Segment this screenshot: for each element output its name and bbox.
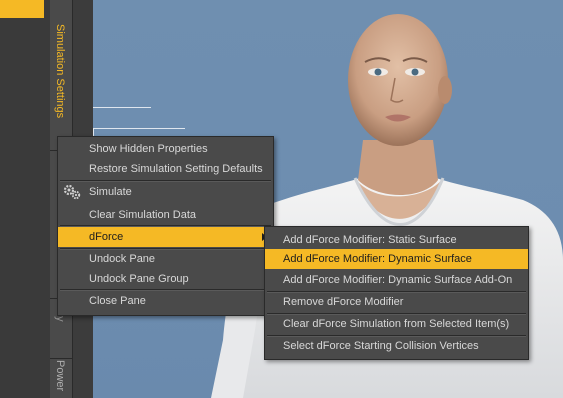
menu-item-label: Add dForce Modifier: Dynamic Surface — [283, 253, 472, 265]
menu-item-clear-simulation-data[interactable]: Clear Simulation Data — [58, 205, 273, 225]
gears-icon — [63, 184, 81, 200]
tab-power[interactable]: Power — [50, 360, 72, 398]
menu-item-label: Simulate — [89, 186, 132, 198]
dforce-submenu: Add dForce Modifier: Static Surface Add … — [264, 226, 529, 360]
submenu-item-static-surface[interactable]: Add dForce Modifier: Static Surface — [265, 230, 528, 250]
tab-simulation-settings[interactable]: Simulation Settings — [50, 24, 72, 144]
tab-power-label: Power — [54, 360, 66, 392]
menu-item-label: Show Hidden Properties — [89, 143, 208, 155]
menu-item-close-pane[interactable]: Close Pane — [58, 291, 273, 311]
submenu-item-dynamic-surface-add-on[interactable]: Add dForce Modifier: Dynamic Surface Add… — [265, 270, 528, 290]
pane-context-menu: Show Hidden Properties Restore Simulatio… — [57, 136, 274, 316]
menu-item-undock-pane-group[interactable]: Undock Pane Group — [58, 269, 273, 289]
menu-item-label: dForce — [89, 231, 124, 243]
menu-item-label: Clear dForce Simulation from Selected It… — [283, 318, 510, 330]
submenu-item-clear-simulation[interactable]: Clear dForce Simulation from Selected It… — [265, 314, 528, 334]
menu-item-label: Add dForce Modifier: Static Surface — [283, 234, 457, 246]
menu-item-label: Undock Pane — [89, 253, 156, 265]
menu-item-restore-defaults[interactable]: Restore Simulation Setting Defaults — [58, 159, 273, 179]
active-pane-indicator[interactable] — [0, 0, 44, 18]
submenu-item-remove-modifier[interactable]: Remove dForce Modifier — [265, 292, 528, 312]
menu-item-label: Restore Simulation Setting Defaults — [89, 163, 263, 175]
menu-item-label: Select dForce Starting Collision Vertice… — [283, 340, 479, 352]
submenu-item-select-collision-vertices[interactable]: Select dForce Starting Collision Vertice… — [265, 336, 528, 356]
menu-item-label: Close Pane — [89, 295, 146, 307]
left-dock-strip — [0, 0, 50, 398]
menu-item-simulate[interactable]: Simulate — [58, 182, 273, 202]
tab-simulation-settings-label: Simulation Settings — [54, 24, 66, 119]
menu-item-show-hidden-properties[interactable]: Show Hidden Properties — [58, 139, 273, 159]
menu-item-label: Clear Simulation Data — [89, 209, 196, 221]
menu-item-label: Remove dForce Modifier — [283, 296, 404, 308]
menu-item-undock-pane[interactable]: Undock Pane — [58, 249, 273, 269]
menu-item-dforce[interactable]: dForce — [58, 227, 273, 247]
submenu-item-dynamic-surface[interactable]: Add dForce Modifier: Dynamic Surface — [265, 249, 528, 269]
menu-item-label: Add dForce Modifier: Dynamic Surface Add… — [283, 274, 513, 286]
tab-divider — [50, 358, 72, 359]
menu-item-label: Undock Pane Group — [89, 273, 189, 285]
